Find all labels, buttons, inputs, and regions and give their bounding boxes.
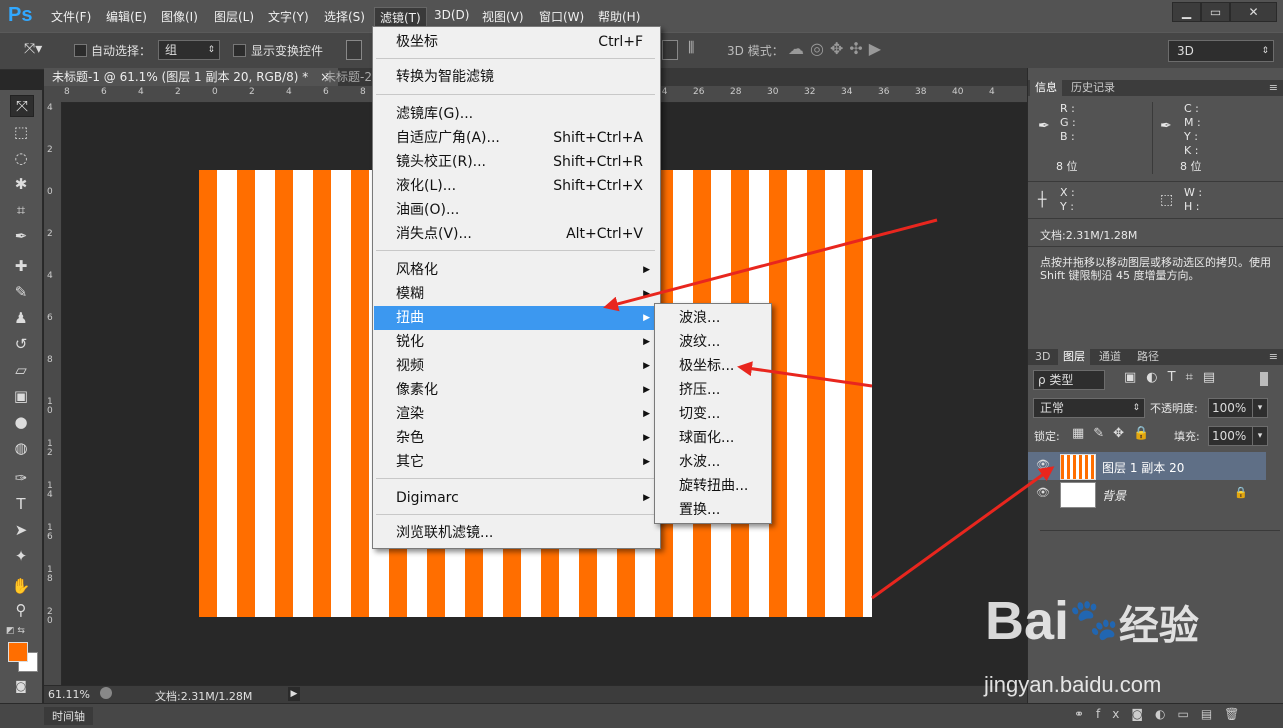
baidu-watermark-url: jingyan.baidu.com xyxy=(984,672,1162,697)
paw-icon: 🐾 xyxy=(1069,598,1119,642)
arrow-to-layer xyxy=(871,466,1055,600)
baidu-watermark-logo: Bai🐾经验 xyxy=(985,591,1199,651)
arrow-to-distort xyxy=(603,218,938,312)
arrow-to-polar-coordinates xyxy=(737,361,873,388)
